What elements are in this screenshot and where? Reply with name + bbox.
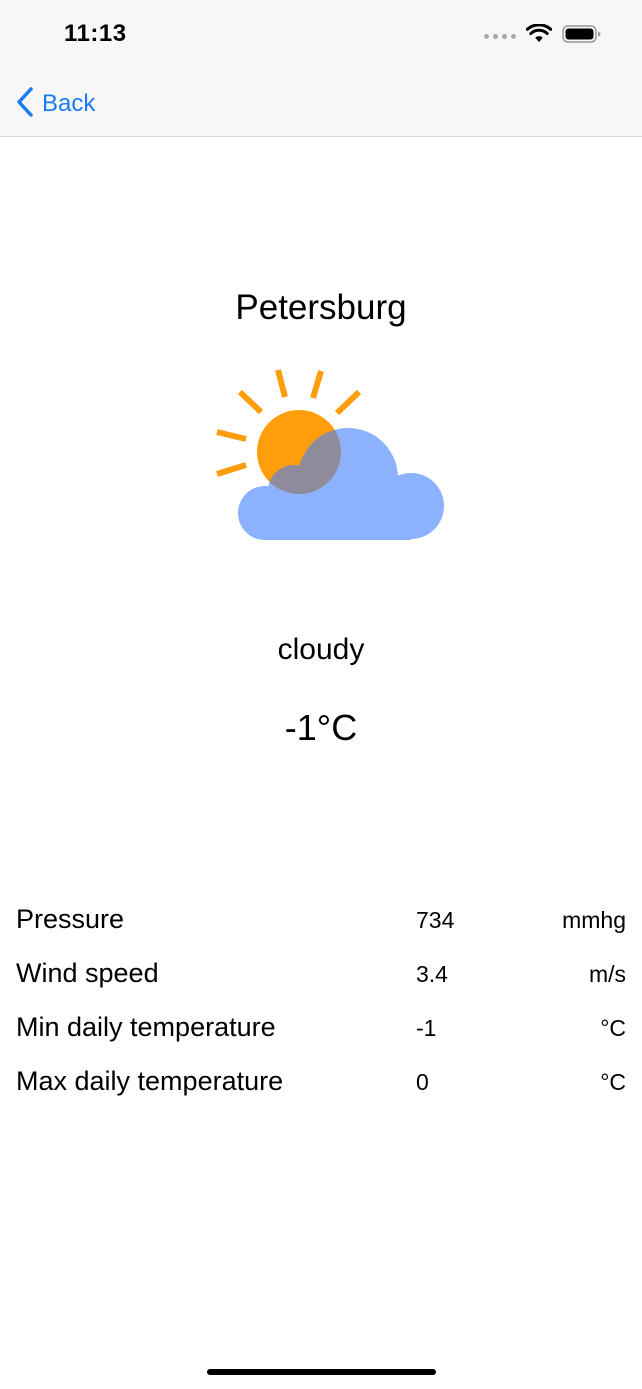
detail-label: Wind speed [16,958,159,988]
weather-condition: cloudy [277,633,365,666]
detail-row-pressure: Pressure 734 mmhg [0,894,642,948]
navigation-bar: Back [0,70,642,137]
detail-value: 0 [416,1069,429,1095]
detail-value: 3.4 [416,961,448,987]
detail-row-wind-speed: Wind speed 3.4 m/s [0,948,642,1002]
back-button[interactable]: Back [16,84,95,124]
detail-unit: °C [600,1015,626,1041]
back-label: Back [42,90,96,117]
chevron-left-icon [16,86,34,122]
city-name: Petersburg [235,288,407,327]
detail-label: Pressure [16,904,125,934]
home-indicator[interactable] [207,1369,436,1375]
weather-details: Pressure 734 mmhg Wind speed 3.4 m/s Min… [0,894,642,1110]
status-time: 11:13 [64,20,127,47]
detail-unit: m/s [588,961,626,987]
detail-row-max-temperature: Max daily temperature 0 °C [0,1056,642,1110]
detail-value: -1 [416,1015,437,1041]
detail-label: Max daily temperature [16,1066,284,1096]
detail-unit: °C [600,1069,626,1095]
detail-label: Min daily temperature [16,1012,276,1042]
detail-value: 734 [416,907,455,933]
status-icons [484,22,602,49]
partly-cloudy-icon [214,366,444,544]
detail-row-min-temperature: Min daily temperature -1 °C [0,1002,642,1056]
detail-unit: mmhg [562,907,626,933]
wifi-icon [525,22,553,49]
status-bar: 11:13 [0,0,642,70]
signal-dots-icon [484,33,516,39]
current-temperature: -1°C [284,707,358,748]
battery-icon [562,24,602,49]
